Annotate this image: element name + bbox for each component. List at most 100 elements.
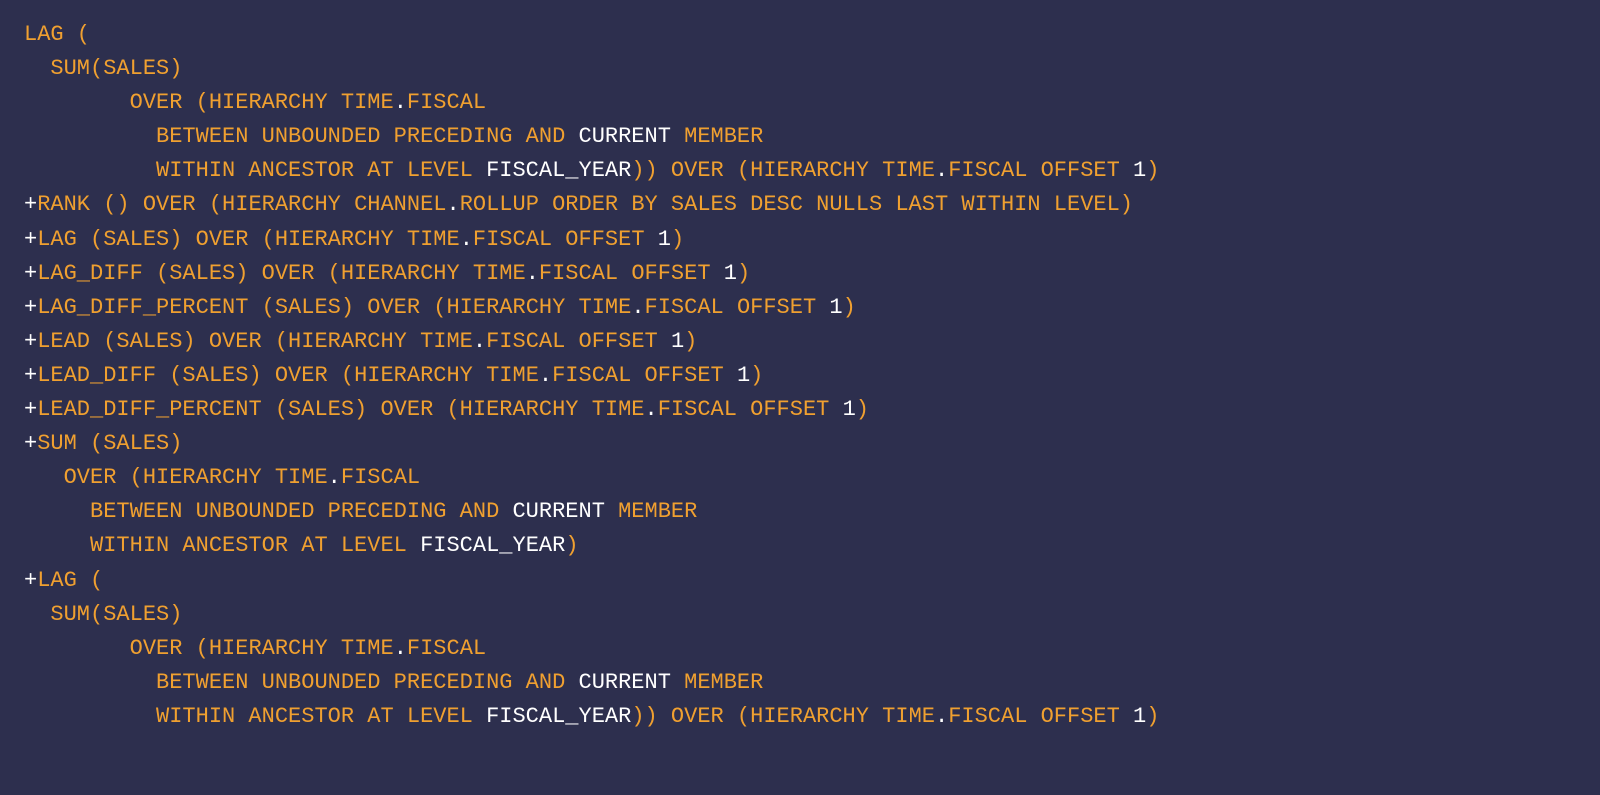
code-segment: LEAD_DIFF_PERCENT (SALES) OVER ( [37,397,459,422]
code-editor: LAG ( SUM(SALES) OVER (HIERARCHY TIME.FI… [24,18,1576,734]
code-segment: FISCAL OFFSET [645,295,830,320]
code-segment: FISCAL OFFSET [658,397,843,422]
code-segment: HIERARCHY TIME [209,636,394,661]
code-segment: HIERARCHY TIME [750,158,935,183]
code-segment: OVER ( [24,90,209,115]
code-segment: HIERARCHY TIME [143,465,328,490]
code-segment: LAG_DIFF (SALES) OVER ( [37,261,341,286]
code-line: +SUM (SALES) [24,427,1576,461]
code-segment: . [631,295,644,320]
code-segment: SUM(SALES) [24,56,182,81]
code-segment: LAG ( [37,568,103,593]
code-segment: ) [565,533,578,558]
code-segment: BETWEEN UNBOUNDED PRECEDING AND [24,124,579,149]
code-segment: )) OVER ( [631,158,750,183]
code-segment: FISCAL_YEAR [420,533,565,558]
code-segment: ROLLUP ORDER BY SALES DESC NULLS LAST WI… [460,192,1120,217]
code-segment: FISCAL [407,90,486,115]
code-line: OVER (HIERARCHY TIME.FISCAL [24,86,1576,120]
code-segment: + [24,363,37,388]
code-segment: SUM (SALES) [37,431,182,456]
code-segment: ) [671,227,684,252]
code-segment: . [328,465,341,490]
code-line: LAG ( [24,18,1576,52]
code-line: SUM(SALES) [24,598,1576,632]
code-segment: . [446,192,459,217]
code-segment: WITHIN ANCESTOR AT LEVEL [24,158,486,183]
code-segment: 1 [658,227,671,252]
code-segment: ) [856,397,869,422]
code-segment: HIERARCHY TIME [354,363,539,388]
code-segment: . [394,636,407,661]
code-segment: . [394,90,407,115]
code-segment: CURRENT [512,499,604,524]
code-segment: RANK () OVER ( [37,192,222,217]
code-segment: MEMBER [671,670,763,695]
code-segment: ) [1146,704,1159,729]
code-segment: 1 [829,295,842,320]
code-segment: + [24,329,37,354]
code-segment: . [473,329,486,354]
code-line: +LEAD_DIFF_PERCENT (SALES) OVER (HIERARC… [24,393,1576,427]
code-segment: HIERARCHY TIME [288,329,473,354]
code-segment: FISCAL OFFSET [539,261,724,286]
code-line: +RANK () OVER (HIERARCHY CHANNEL.ROLLUP … [24,188,1576,222]
code-segment: 1 [1133,158,1146,183]
code-segment: + [24,295,37,320]
code-segment: CURRENT [579,124,671,149]
code-segment: 1 [671,329,684,354]
code-segment: SUM(SALES) [24,602,182,627]
code-segment: LAG (SALES) OVER ( [37,227,275,252]
code-segment: 1 [737,363,750,388]
code-segment: . [935,704,948,729]
code-segment: + [24,568,37,593]
code-line: BETWEEN UNBOUNDED PRECEDING AND CURRENT … [24,120,1576,154]
code-segment: FISCAL OFFSET [552,363,737,388]
code-segment: . [460,227,473,252]
code-segment: 1 [724,261,737,286]
code-segment: . [539,363,552,388]
code-segment: + [24,227,37,252]
code-line: +LAG_DIFF (SALES) OVER (HIERARCHY TIME.F… [24,257,1576,291]
code-segment: HIERARCHY TIME [209,90,394,115]
code-segment: )) OVER ( [631,704,750,729]
code-segment: LEAD_DIFF (SALES) OVER ( [37,363,354,388]
code-line: +LEAD (SALES) OVER (HIERARCHY TIME.FISCA… [24,325,1576,359]
code-line: SUM(SALES) [24,52,1576,86]
code-segment: CURRENT [579,670,671,695]
code-line: BETWEEN UNBOUNDED PRECEDING AND CURRENT … [24,495,1576,529]
code-line: WITHIN ANCESTOR AT LEVEL FISCAL_YEAR)) O… [24,154,1576,188]
code-segment: MEMBER [671,124,763,149]
code-segment: HIERARCHY TIME [460,397,645,422]
code-segment: HIERARCHY TIME [341,261,526,286]
code-segment: + [24,192,37,217]
code-segment: FISCAL OFFSET [473,227,658,252]
code-line: +LAG (SALES) OVER (HIERARCHY TIME.FISCAL… [24,223,1576,257]
code-line: BETWEEN UNBOUNDED PRECEDING AND CURRENT … [24,666,1576,700]
code-segment: 1 [843,397,856,422]
code-segment: MEMBER [605,499,697,524]
code-line: WITHIN ANCESTOR AT LEVEL FISCAL_YEAR) [24,529,1576,563]
code-segment: FISCAL OFFSET [948,158,1133,183]
code-segment: . [935,158,948,183]
code-segment: + [24,431,37,456]
code-segment: OVER ( [24,465,143,490]
code-segment: . [645,397,658,422]
code-line: +LAG_DIFF_PERCENT (SALES) OVER (HIERARCH… [24,291,1576,325]
code-segment: LAG ( [24,22,90,47]
code-line: +LAG ( [24,564,1576,598]
code-line: OVER (HIERARCHY TIME.FISCAL [24,461,1576,495]
code-segment: ) [1120,192,1133,217]
code-segment: BETWEEN UNBOUNDED PRECEDING AND [24,499,512,524]
code-segment: HIERARCHY TIME [446,295,631,320]
code-segment: HIERARCHY TIME [275,227,460,252]
code-segment: . [526,261,539,286]
code-segment: 1 [1133,704,1146,729]
code-line: WITHIN ANCESTOR AT LEVEL FISCAL_YEAR)) O… [24,700,1576,734]
code-segment: + [24,261,37,286]
code-segment: ) [737,261,750,286]
code-line: +LEAD_DIFF (SALES) OVER (HIERARCHY TIME.… [24,359,1576,393]
code-segment: ) [843,295,856,320]
code-segment: LAG_DIFF_PERCENT (SALES) OVER ( [37,295,446,320]
code-segment: HIERARCHY CHANNEL [222,192,446,217]
